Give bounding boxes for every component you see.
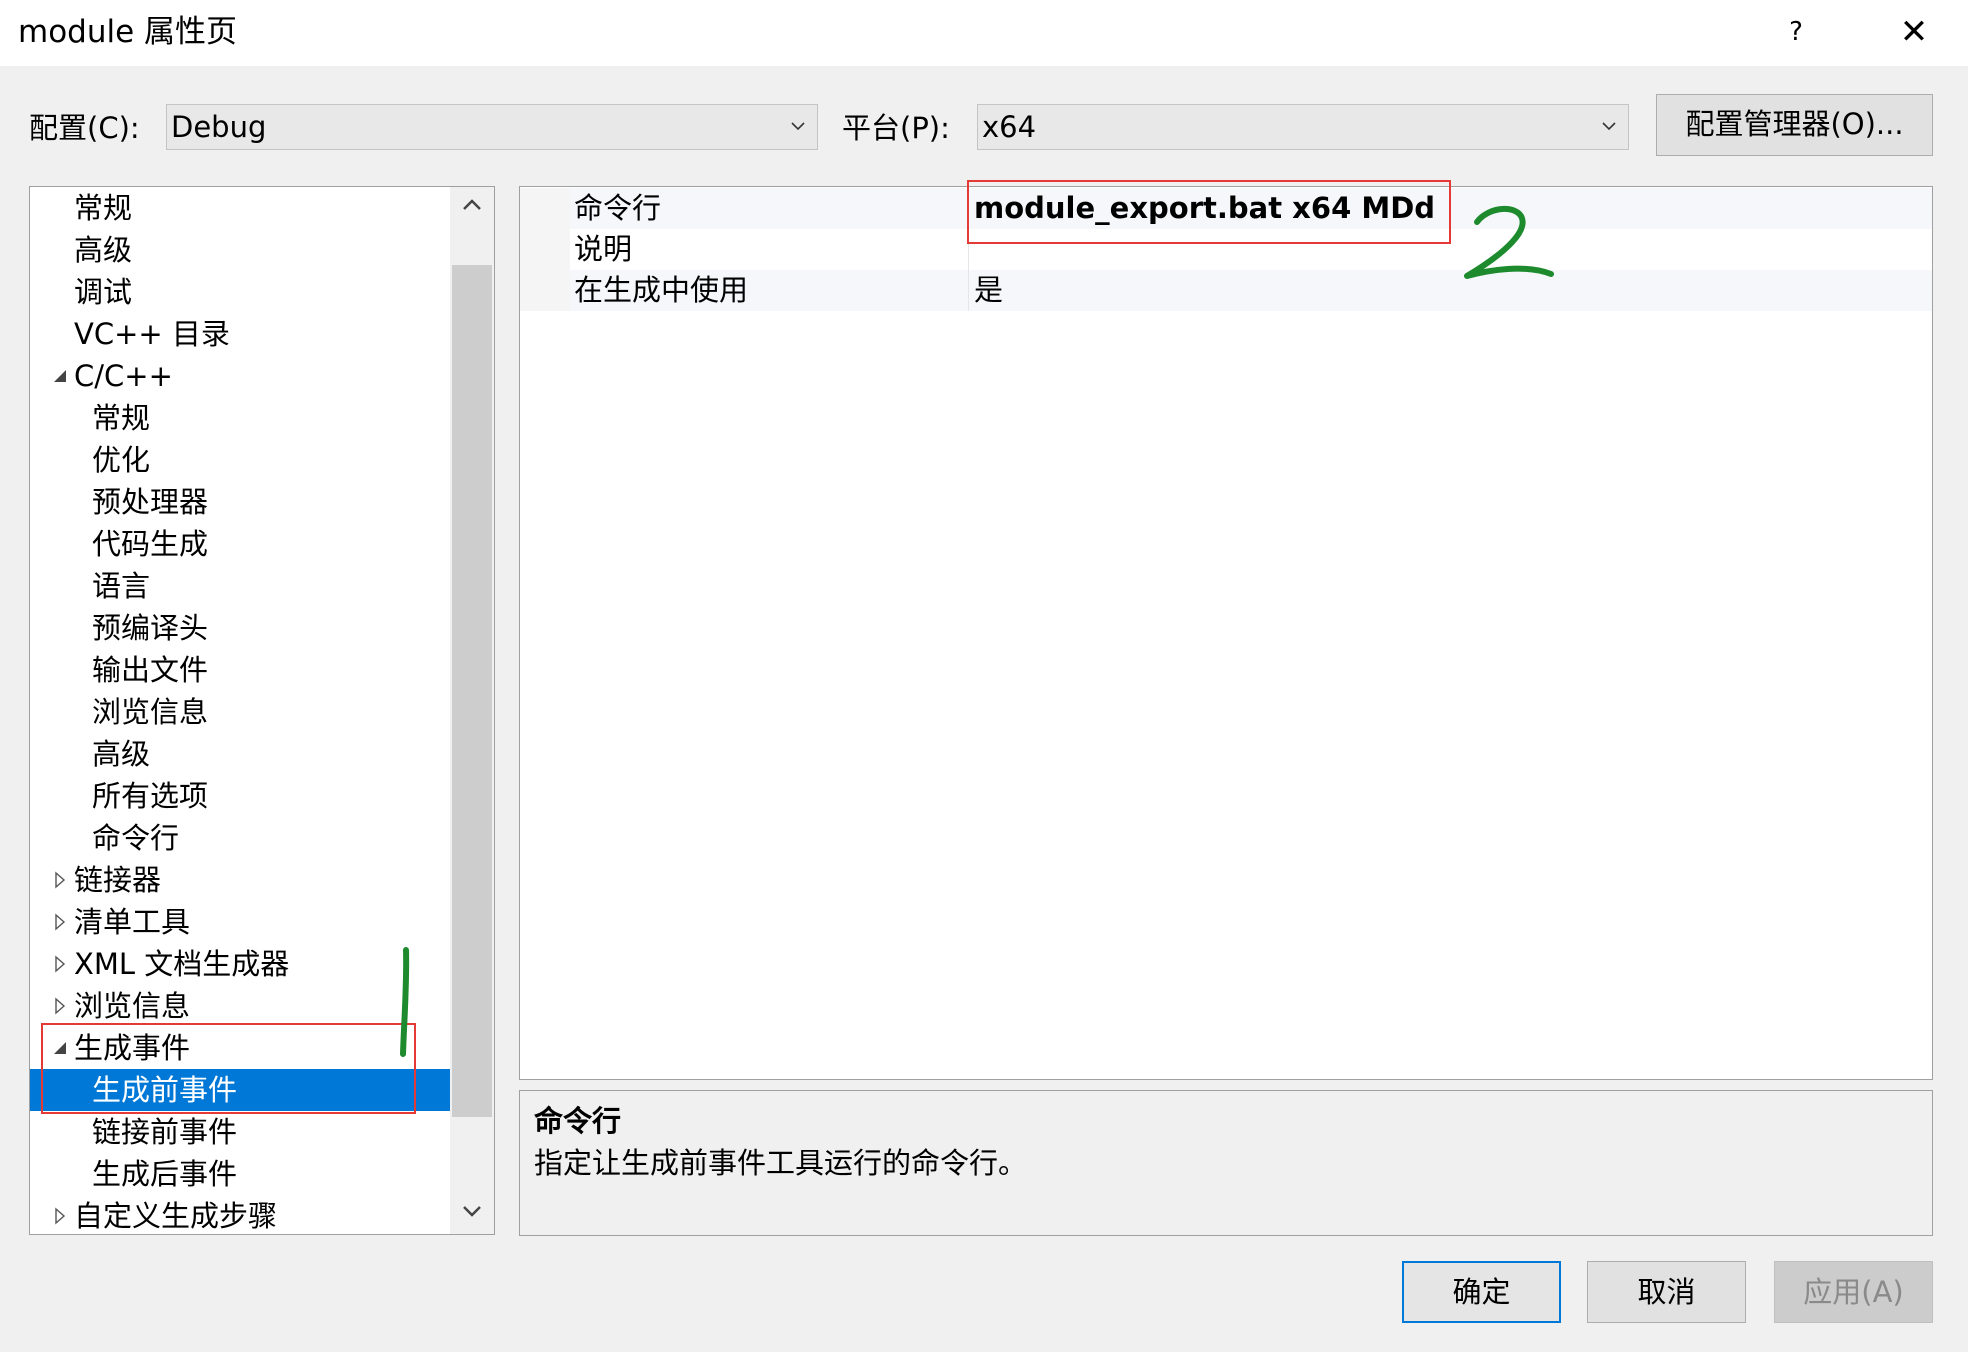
- tree-item[interactable]: 浏览信息: [30, 985, 450, 1027]
- platform-label: 平台(P):: [842, 111, 950, 145]
- platform-value: x64: [982, 110, 1037, 144]
- description-panel: 命令行 指定让生成前事件工具运行的命令行。: [519, 1090, 1933, 1236]
- config-manager-button[interactable]: 配置管理器(O)...: [1656, 94, 1933, 156]
- collapsed-triangle-icon[interactable]: [52, 996, 68, 1016]
- cancel-button[interactable]: 取消: [1587, 1261, 1746, 1323]
- tree-item-label: XML 文档生成器: [74, 947, 290, 981]
- tree-item[interactable]: 优化: [30, 439, 450, 481]
- tree-item-label: 生成后事件: [92, 1157, 238, 1191]
- config-dropdown[interactable]: Debug: [166, 104, 818, 150]
- column-divider[interactable]: [968, 229, 969, 270]
- tree-item[interactable]: 高级: [30, 733, 450, 775]
- tree-item[interactable]: 高级: [30, 229, 450, 271]
- tree-item-label: VC++ 目录: [74, 317, 230, 351]
- tree-item[interactable]: 生成前事件: [30, 1069, 450, 1111]
- tree-item[interactable]: 预编译头: [30, 607, 450, 649]
- platform-dropdown[interactable]: x64: [977, 104, 1629, 150]
- column-divider[interactable]: [968, 270, 969, 311]
- tree-item[interactable]: 所有选项: [30, 775, 450, 817]
- description-title: 命令行: [534, 1104, 622, 1138]
- tree-item[interactable]: 常规: [30, 187, 450, 229]
- title-bar: module 属性页 ? ✕: [0, 0, 1968, 66]
- tree-item-label: 调试: [74, 275, 133, 309]
- tree-item[interactable]: XML 文档生成器: [30, 943, 450, 985]
- property-name: 在生成中使用: [574, 273, 749, 307]
- chevron-down-icon: [791, 122, 805, 131]
- tree-item-label: 链接前事件: [92, 1115, 238, 1149]
- scroll-down-icon[interactable]: [460, 1199, 484, 1223]
- tree-item[interactable]: 输出文件: [30, 649, 450, 691]
- tree-item[interactable]: 生成后事件: [30, 1153, 450, 1195]
- tree-item-label: 语言: [92, 569, 151, 603]
- collapsed-triangle-icon[interactable]: [52, 1206, 68, 1226]
- tree-item-label: 链接器: [74, 863, 162, 897]
- property-row[interactable]: 在生成中使用 是: [520, 270, 1932, 311]
- tree-item-label: 预编译头: [92, 611, 209, 645]
- tree-item-label: 代码生成: [92, 527, 209, 561]
- collapsed-triangle-icon[interactable]: [52, 912, 68, 932]
- tree-item-label: 预处理器: [92, 485, 209, 519]
- tree-item[interactable]: 链接器: [30, 859, 450, 901]
- description-body: 指定让生成前事件工具运行的命令行。: [534, 1146, 1028, 1180]
- property-value[interactable]: 是: [974, 270, 1003, 311]
- expanded-triangle-icon[interactable]: [52, 1038, 68, 1058]
- tree-item[interactable]: 调试: [30, 271, 450, 313]
- tree-item-label: 生成事件: [74, 1031, 191, 1065]
- property-row[interactable]: 说明: [520, 229, 1932, 270]
- tree-item-label: 清单工具: [74, 905, 191, 939]
- tree-item-label: 浏览信息: [74, 989, 191, 1023]
- apply-button[interactable]: 应用(A): [1774, 1261, 1933, 1323]
- scrollbar-thumb[interactable]: [452, 265, 492, 1117]
- property-name: 命令行: [574, 191, 662, 225]
- row-gutter: [520, 188, 570, 229]
- tree-item[interactable]: 预处理器: [30, 481, 450, 523]
- tree-item-label: 生成前事件: [92, 1073, 238, 1107]
- tree-item-label: 自定义生成步骤: [74, 1199, 278, 1233]
- config-label: 配置(C):: [29, 111, 140, 145]
- row-gutter: [520, 270, 570, 311]
- tree-item-label: 输出文件: [92, 653, 209, 687]
- tree-item-label: 高级: [74, 233, 133, 267]
- tree-item[interactable]: 代码生成: [30, 523, 450, 565]
- expanded-triangle-icon[interactable]: [52, 366, 68, 386]
- tree-item[interactable]: 语言: [30, 565, 450, 607]
- column-divider[interactable]: [968, 188, 969, 229]
- collapsed-triangle-icon[interactable]: [52, 954, 68, 974]
- tree-item[interactable]: 命令行: [30, 817, 450, 859]
- property-value[interactable]: module_export.bat x64 MDd: [974, 188, 1435, 229]
- tree-scrollbar[interactable]: [450, 187, 494, 1234]
- tree-item[interactable]: 生成事件: [30, 1027, 450, 1069]
- config-value: Debug: [171, 110, 267, 144]
- tree-item-label: 高级: [92, 737, 151, 771]
- tree-item-label: C/C++: [74, 359, 173, 393]
- tree-item-label: 所有选项: [92, 779, 209, 813]
- tree-item[interactable]: C/C++: [30, 355, 450, 397]
- collapsed-triangle-icon[interactable]: [52, 870, 68, 890]
- row-gutter: [520, 229, 570, 270]
- property-row[interactable]: 命令行 module_export.bat x64 MDd: [520, 188, 1932, 229]
- tree-item-label: 优化: [92, 443, 151, 477]
- tree-item[interactable]: VC++ 目录: [30, 313, 450, 355]
- tree-item-label: 命令行: [92, 821, 180, 855]
- scroll-up-icon[interactable]: [460, 193, 484, 217]
- ok-button[interactable]: 确定: [1402, 1261, 1561, 1323]
- tree-item[interactable]: 清单工具: [30, 901, 450, 943]
- property-grid: 命令行 module_export.bat x64 MDd 说明在生成中使用 是: [519, 186, 1933, 1080]
- property-name: 说明: [574, 232, 633, 266]
- close-button[interactable]: ✕: [1890, 8, 1938, 56]
- chevron-down-icon: [1602, 122, 1616, 131]
- window-title: module 属性页: [18, 14, 238, 50]
- tree-item-label: 常规: [74, 191, 133, 225]
- tree-item[interactable]: 常规: [30, 397, 450, 439]
- tree-item[interactable]: 链接前事件: [30, 1111, 450, 1153]
- tree-item-label: 常规: [92, 401, 151, 435]
- property-tree: 常规 高级 调试 VC++ 目录 C/C++ 常规 优化 预处理器 代码生成 语言 预编译头 输出文件…: [29, 186, 495, 1235]
- tree-item-label: 浏览信息: [92, 695, 209, 729]
- tree-item[interactable]: 自定义生成步骤: [30, 1195, 450, 1234]
- tree-item[interactable]: 浏览信息: [30, 691, 450, 733]
- help-button[interactable]: ?: [1778, 12, 1814, 52]
